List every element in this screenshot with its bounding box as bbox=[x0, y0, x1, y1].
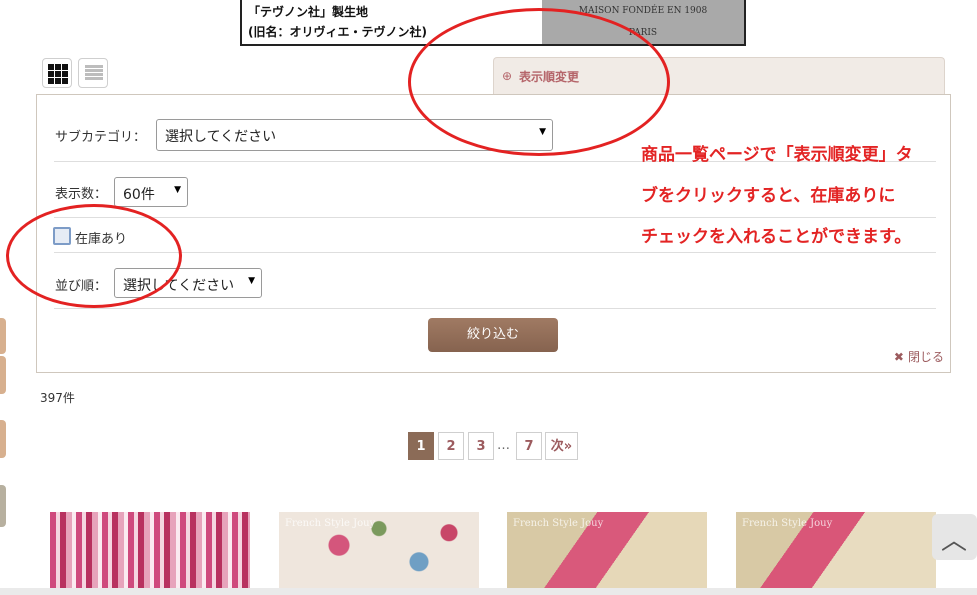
close-icon: ✖ bbox=[893, 350, 904, 364]
subcategory-select-value: 選択してください bbox=[165, 129, 277, 145]
divider bbox=[54, 217, 936, 218]
banner-line-2: (旧名：オリヴィエ・テヴノン社) bbox=[248, 25, 427, 39]
page-1[interactable]: 1 bbox=[408, 432, 434, 460]
result-count: 397件 bbox=[40, 391, 75, 405]
display-count-select[interactable]: 60件 ▼ bbox=[114, 177, 188, 207]
list-view-button[interactable] bbox=[78, 58, 108, 88]
page-3[interactable]: 3 bbox=[468, 432, 494, 460]
annotation-line-2: ブをクリックすると、在庫ありに bbox=[641, 186, 896, 206]
side-tab[interactable] bbox=[0, 318, 6, 354]
side-tab[interactable] bbox=[0, 420, 6, 458]
display-count-label: 表示数： bbox=[55, 187, 108, 202]
display-count-select-value: 60件 bbox=[123, 187, 155, 203]
page-ellipsis: … bbox=[497, 438, 510, 453]
product-thumbnail[interactable] bbox=[50, 512, 250, 595]
dropdown-arrow-icon: ▼ bbox=[174, 185, 181, 195]
grid-view-button[interactable] bbox=[42, 58, 72, 88]
product-watermark: French Style Jouy bbox=[742, 518, 833, 529]
divider bbox=[54, 252, 936, 253]
product-watermark: French Style Jouy bbox=[513, 518, 604, 529]
divider bbox=[54, 308, 936, 309]
close-panel-label: 閉じる bbox=[907, 350, 944, 364]
subcategory-label: サブカテゴリ： bbox=[55, 130, 147, 145]
banner-text: 「テヴノン社」製生地 (旧名：オリヴィエ・テヴノン社) bbox=[248, 2, 427, 42]
grid-icon bbox=[48, 64, 68, 84]
banner-line-1: 「テヴノン社」製生地 bbox=[248, 5, 369, 19]
annotation-ellipse-in-stock bbox=[6, 204, 182, 308]
annotation-ellipse-sort-tab bbox=[408, 8, 670, 156]
annotation-line-1: 商品一覧ページで「表示順変更」タ bbox=[641, 145, 913, 165]
scroll-to-top-button[interactable]: ︿ bbox=[932, 514, 977, 560]
page-2[interactable]: 2 bbox=[438, 432, 464, 460]
horizontal-scrollbar[interactable] bbox=[0, 588, 977, 595]
next-page-link[interactable]: 次» bbox=[545, 432, 578, 460]
product-thumbnail[interactable]: French Style Jouy bbox=[507, 512, 707, 595]
side-tab[interactable] bbox=[0, 356, 6, 394]
apply-filter-button[interactable]: 絞り込む bbox=[428, 318, 558, 352]
side-tab[interactable] bbox=[0, 485, 6, 527]
close-panel-link[interactable]: ✖ 閉じる bbox=[894, 348, 944, 365]
annotation-line-3: チェックを入れることができます。 bbox=[641, 227, 912, 247]
chevron-up-icon: ︿ bbox=[941, 526, 968, 556]
page-7[interactable]: 7 bbox=[516, 432, 542, 460]
dropdown-arrow-icon: ▼ bbox=[248, 276, 255, 286]
list-icon bbox=[85, 65, 103, 81]
product-thumbnail[interactable]: French Style Jouy bbox=[736, 512, 936, 595]
product-thumbnail[interactable]: French Style Jouy bbox=[279, 512, 479, 595]
product-watermark: French Style Jouy bbox=[285, 518, 376, 529]
